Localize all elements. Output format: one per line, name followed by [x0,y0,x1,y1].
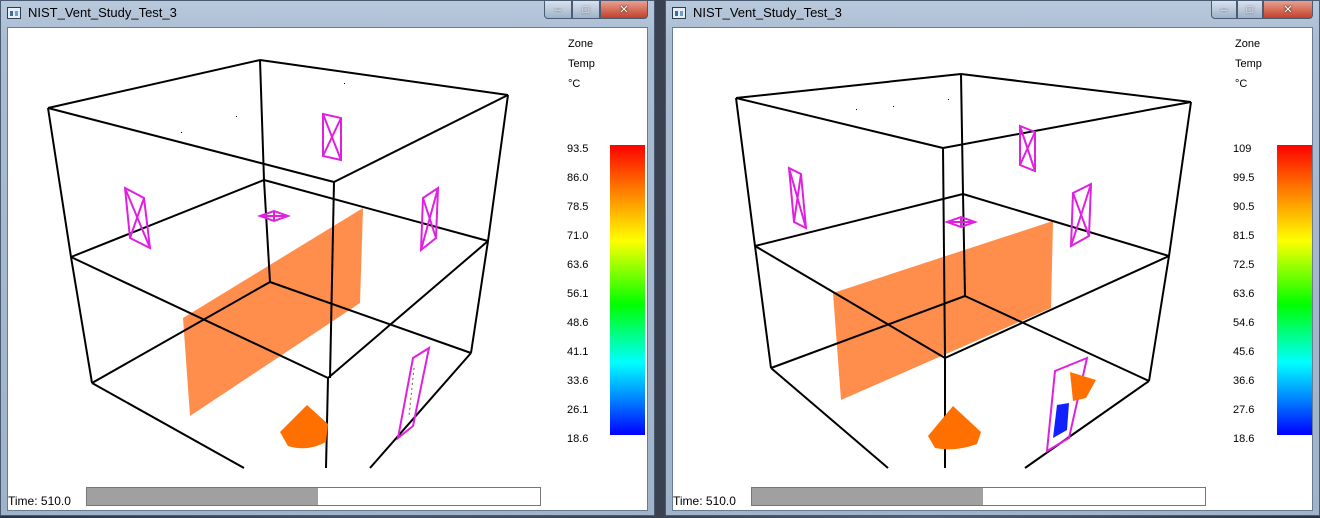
legend-tick: 72.5 [1233,259,1255,271]
time-slider[interactable] [86,487,541,506]
legend-tick: 99.5 [1233,172,1255,184]
app-icon[interactable] [672,7,686,19]
vent-left-wall [123,186,152,250]
close-button[interactable]: ✕ [600,1,648,19]
vent-right-wall [1069,182,1093,248]
legend-tick: 71.0 [567,230,589,242]
legend-header-line: Temp [1235,58,1262,70]
smokeview-window-left[interactable]: NIST_Vent_Study_Test_3 – □ ✕ Zone Temp °… [0,0,655,516]
legend-tick: 27.6 [1233,404,1255,416]
time-label: Time: 510.0 [8,494,71,508]
legend-header: Zone Temp °C [1235,34,1262,94]
minimize-icon: – [554,3,562,16]
title-bar[interactable]: NIST_Vent_Study_Test_3 – □ ✕ [1,1,654,27]
maximize-icon: □ [1246,3,1254,16]
legend-tick: 26.1 [567,404,589,416]
partition-wall [183,208,363,416]
legend-header-line: Temp [568,58,595,70]
legend-tick: 93.5 [567,143,589,155]
vent-right-wall [419,186,440,253]
render-viewport[interactable]: Zone Temp °C 93.5 86.0 78.5 71.0 63.6 56… [7,27,648,511]
time-slider[interactable] [751,487,1206,506]
legend-tick: 18.6 [1233,433,1255,445]
legend-tick: 90.5 [1233,201,1255,213]
legend-header-line: Zone [568,38,594,50]
door-hot-layer [1070,372,1096,401]
time-slider-fill [752,488,984,505]
minimize-button[interactable]: – [544,1,572,19]
time-label: Time: 510.0 [673,494,736,508]
vent-door [396,345,431,441]
close-icon: ✕ [1283,4,1293,16]
legend-tick: 81.5 [1233,230,1255,242]
time-slider-fill [87,488,319,505]
3d-scene[interactable] [673,28,1313,511]
temperature-color-ramp [610,145,645,435]
legend-tick: 109 [1233,143,1252,155]
vent-ceiling-small [257,209,291,223]
smokeview-window-right[interactable]: NIST_Vent_Study_Test_3 – □ ✕ Zone Temp °… [665,0,1320,516]
vent-back-wall [322,112,342,162]
legend-tick: 45.6 [1233,346,1255,358]
legend-header: Zone Temp °C [568,34,595,94]
close-icon: ✕ [619,4,629,16]
window-title: NIST_Vent_Study_Test_3 [28,5,177,20]
3d-scene[interactable] [8,28,648,511]
legend-tick: 78.5 [567,201,589,213]
fire-source [280,405,328,449]
maximize-button[interactable]: □ [1237,1,1263,19]
temperature-color-ramp [1277,145,1312,435]
render-viewport[interactable]: Zone Temp °C 109 99.5 90.5 81.5 72.5 63.… [672,27,1313,511]
title-bar[interactable]: NIST_Vent_Study_Test_3 – □ ✕ [666,1,1319,27]
legend-tick: 36.6 [1233,375,1255,387]
legend-tick: 63.6 [567,259,589,271]
close-button[interactable]: ✕ [1263,1,1313,19]
legend-tick: 41.1 [567,346,589,358]
door-cold-layer [1053,403,1069,438]
legend-header-line: °C [1235,78,1248,90]
legend-tick: 18.6 [567,433,589,445]
legend-tick: 56.1 [567,288,589,300]
maximize-button[interactable]: □ [572,1,600,19]
vent-ceiling-small [944,215,978,229]
legend-tick: 63.6 [1233,288,1255,300]
window-title: NIST_Vent_Study_Test_3 [693,5,842,20]
legend-header-line: Zone [1235,38,1261,50]
sensor-dots [856,99,949,110]
maximize-icon: □ [582,3,590,16]
app-icon[interactable] [7,7,21,19]
legend-tick: 48.6 [567,317,589,329]
minimize-icon: – [1220,3,1228,16]
fire-source [928,406,981,450]
legend-header-line: °C [568,78,581,90]
vent-left-wall [787,166,808,230]
legend-tick: 86.0 [567,172,589,184]
legend-tick: 33.6 [567,375,589,387]
minimize-button[interactable]: – [1211,1,1237,19]
legend-tick: 54.6 [1233,317,1255,329]
